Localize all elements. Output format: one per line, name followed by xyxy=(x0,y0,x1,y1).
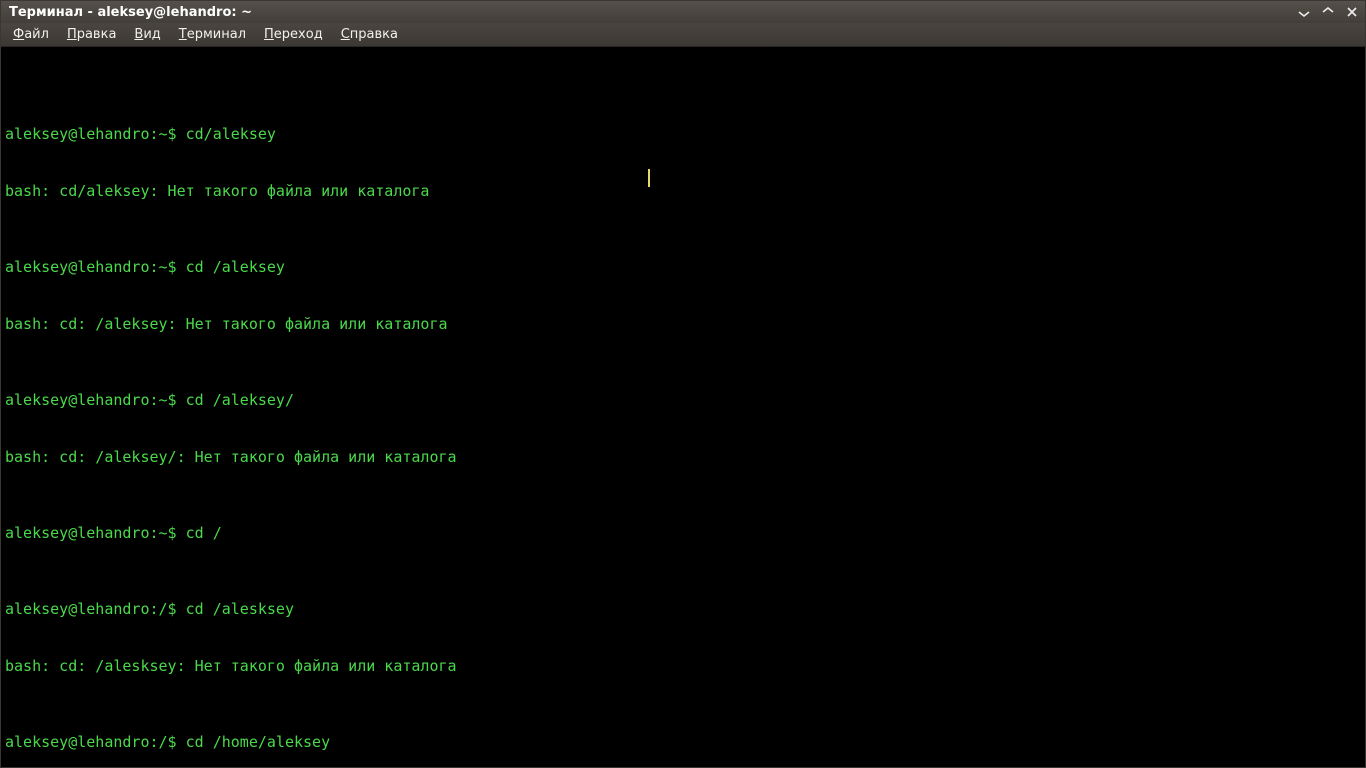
prompt: aleksey@lehandro:~$ xyxy=(5,391,186,409)
minimize-button[interactable] xyxy=(1295,4,1313,20)
terminal-line: aleksey@lehandro:~$ cd / xyxy=(5,524,1361,543)
prompt: aleksey@lehandro:~$ xyxy=(5,524,186,542)
window-title: Терминал - aleksey@lehandro: ~ xyxy=(5,5,1295,20)
terminal-line: aleksey@lehandro:/$ cd /alesksey xyxy=(5,600,1361,619)
cmd-text: cd /alesksey xyxy=(186,600,294,618)
cmd-text: cd /aleksey/ xyxy=(186,391,294,409)
cmd-text: cd/aleksey xyxy=(186,125,276,143)
maximize-icon xyxy=(1322,6,1334,18)
terminal-line: aleksey@lehandro:~$ cd /aleksey xyxy=(5,258,1361,277)
titlebar[interactable]: Терминал - aleksey@lehandro: ~ xyxy=(1,1,1365,23)
prompt: aleksey@lehandro:~$ xyxy=(5,258,186,276)
prompt: aleksey@lehandro:/$ xyxy=(5,733,186,751)
terminal-line: aleksey@lehandro:~$ cd /aleksey/ xyxy=(5,391,1361,410)
menubar: Файл Правка Вид Терминал Переход Справка xyxy=(1,23,1365,47)
menu-edit[interactable]: Правка xyxy=(61,25,122,44)
terminal-line: aleksey@lehandro:~$ cd/aleksey xyxy=(5,125,1361,144)
terminal-line: aleksey@lehandro:/$ cd /home/aleksey xyxy=(5,733,1361,752)
cmd-text: cd /aleksey xyxy=(186,258,285,276)
terminal-window: Терминал - aleksey@lehandro: ~ Файл Прав… xyxy=(0,0,1366,768)
prompt: aleksey@lehandro:/$ xyxy=(5,600,186,618)
prompt: aleksey@lehandro:~$ xyxy=(5,125,186,143)
menu-view[interactable]: Вид xyxy=(128,25,166,44)
close-button[interactable] xyxy=(1343,4,1361,20)
menu-file[interactable]: Файл xyxy=(7,25,55,44)
menu-go[interactable]: Переход xyxy=(258,25,329,44)
terminal-line: bash: cd: /aleksey/: Нет такого файла ил… xyxy=(5,448,1361,467)
cmd-text: cd /home/aleksey xyxy=(186,733,331,751)
maximize-button[interactable] xyxy=(1319,4,1337,20)
terminal-line: bash: cd: /alesksey: Нет такого файла ил… xyxy=(5,657,1361,676)
terminal-line: bash: cd: /aleksey: Нет такого файла или… xyxy=(5,315,1361,334)
minimize-icon xyxy=(1298,6,1310,18)
close-icon xyxy=(1346,6,1358,18)
terminal-viewport[interactable]: aleksey@lehandro:~$ cd/aleksey bash: cd/… xyxy=(1,47,1365,767)
cmd-text: cd / xyxy=(186,524,222,542)
menu-terminal[interactable]: Терминал xyxy=(173,25,252,44)
window-controls xyxy=(1295,4,1361,20)
terminal-line: bash: cd/aleksey: Нет такого файла или к… xyxy=(5,182,1361,201)
menu-help[interactable]: Справка xyxy=(335,25,404,44)
